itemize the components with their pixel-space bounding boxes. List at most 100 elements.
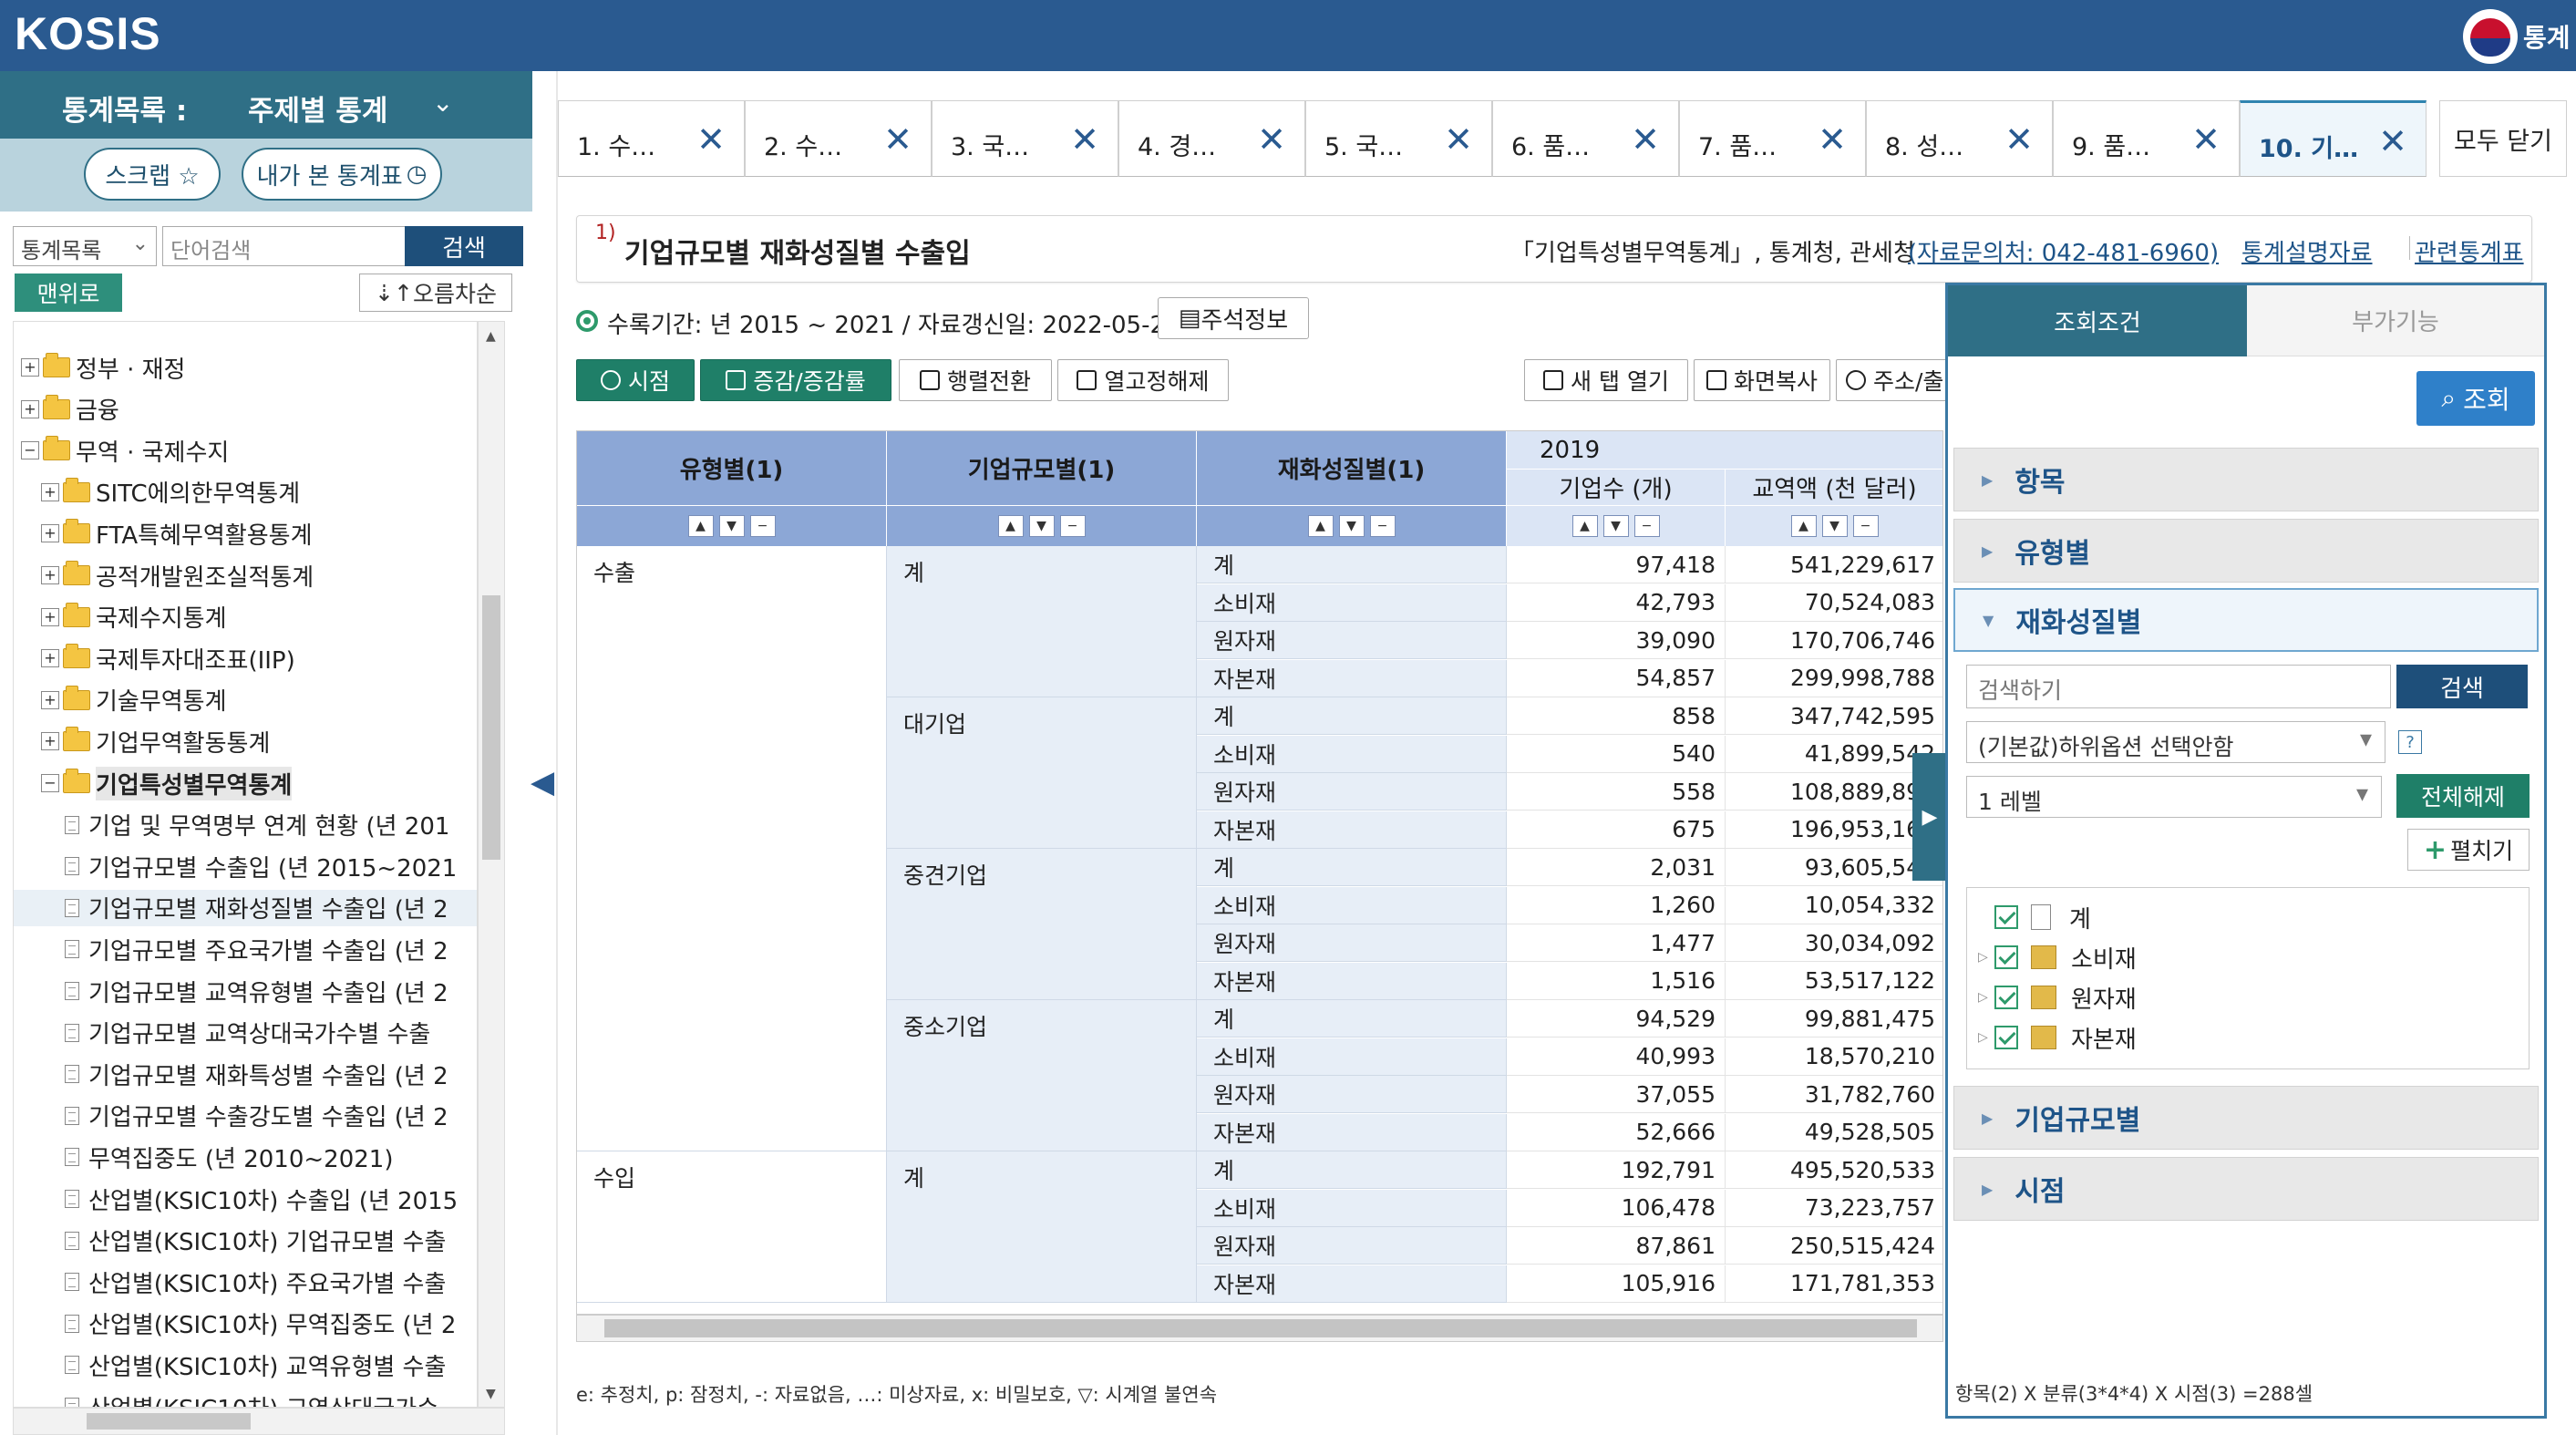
clear-all-button[interactable]: 전체해제 [2396, 774, 2530, 818]
close-icon[interactable]: ✕ [1818, 119, 1847, 160]
tree-item[interactable]: 기업규모별 재화성질별 수출입 (년 2 [14, 889, 477, 926]
sort-up-icon[interactable]: ▲ [687, 515, 714, 537]
header-type[interactable]: 유형별(1) [577, 431, 887, 506]
sort-down-icon[interactable]: ▼ [1602, 515, 1629, 537]
accordion-size[interactable]: ▶ 기업규모별 [1953, 1086, 2539, 1150]
tree-item[interactable]: 기업규모별 교역유형별 수출입 (년 2 [14, 973, 477, 1009]
sort-ascending-button[interactable]: ⇣↑ 오름차순 [359, 274, 512, 312]
kosis-logo[interactable]: KOSIS [15, 7, 161, 60]
tab-8[interactable]: 8. 성… ✕ [1866, 100, 2053, 177]
tree-item[interactable]: 무역집중도 (년 2010~2021) [14, 1139, 477, 1175]
unfreeze-columns-button[interactable]: 열고정해제 [1057, 359, 1229, 401]
close-icon[interactable]: ✕ [2004, 119, 2034, 160]
tab-7[interactable]: 7. 품… ✕ [1679, 100, 1866, 177]
checkbox-checked-icon[interactable] [1994, 905, 2018, 929]
close-icon[interactable]: ✕ [2191, 119, 2221, 160]
remove-column-icon[interactable]: − [1633, 515, 1660, 537]
search-scope-select[interactable]: 통계목록 ⌄ [13, 226, 157, 266]
close-icon[interactable]: ✕ [1631, 119, 1660, 160]
tree-item[interactable]: + 기술무역통계 [14, 682, 477, 718]
close-icon[interactable]: ✕ [2378, 121, 2407, 161]
chevron-down-icon[interactable]: ⌄ [432, 88, 453, 118]
tree-item[interactable]: 산업별(KSIC10차) 교역유형별 수출 [14, 1347, 477, 1383]
tab-10[interactable]: 10. 기… ✕ [2240, 100, 2427, 177]
remove-column-icon[interactable]: − [749, 515, 776, 537]
expand-icon[interactable]: + [41, 482, 59, 501]
accordion-time[interactable]: ▶ 시점 [1953, 1157, 2539, 1221]
data-table[interactable]: 유형별(1) 기업규모별(1) 재화성질별(1) 2019 기업수 (개) 교역액 (천 … [576, 430, 1943, 1315]
time-button[interactable]: 시점 [576, 359, 695, 401]
tree-item[interactable]: 기업규모별 수출강도별 수출입 (년 2 [14, 1098, 477, 1134]
contact-link[interactable]: (자료문의처: 042-481-6960) [1908, 234, 2219, 268]
level-select[interactable]: 1 레벨 ▾ [1966, 776, 2382, 818]
tree-item[interactable]: + 국제투자대조표(IIP) [14, 640, 477, 676]
tree-item[interactable]: 산업별(KSIC10차) 수출입 (년 2015 [14, 1181, 477, 1217]
tree-item[interactable]: + 금융 [14, 391, 477, 428]
stat-tree[interactable]: + 정부 · 재정 + 금융 − 무역 · 국제수지 + SITC에의한무역통계 + FTA특혜무… [13, 321, 478, 1408]
tree-item[interactable]: + 공적개발원조실적통계 [14, 557, 477, 594]
tree-item[interactable]: 기업규모별 재화특성별 수출입 (년 2 [14, 1056, 477, 1092]
change-rate-button[interactable]: 증감/증감률 [700, 359, 891, 401]
tree-item[interactable]: + FTA특혜무역활용통계 [14, 515, 477, 552]
query-button[interactable]: ⌕ 조회 [2416, 371, 2535, 426]
sort-up-icon[interactable]: ▲ [997, 515, 1024, 537]
expand-icon[interactable]: + [21, 399, 39, 418]
stat-list-header[interactable]: 통계목록 : 주제별 통계 ⌄ [0, 71, 532, 139]
check-item-capital[interactable]: ▷ 자본재 [1978, 1019, 2137, 1056]
collapse-icon[interactable]: − [41, 774, 59, 792]
tab-1[interactable]: 1. 수… ✕ [558, 100, 745, 177]
header-size[interactable]: 기업규모별(1) [887, 431, 1197, 506]
sort-down-icon[interactable]: ▼ [1028, 515, 1055, 537]
my-viewed-tables-button[interactable]: 내가 본 통계표 ◷ [242, 148, 442, 201]
stat-category-select[interactable]: 주제별 통계 [248, 88, 387, 129]
nature-search-button[interactable]: 검색 [2396, 665, 2528, 708]
sort-up-icon[interactable]: ▲ [1571, 515, 1598, 537]
sort-down-icon[interactable]: ▼ [718, 515, 745, 537]
tree-item[interactable]: 기업 및 무역명부 연계 현황 (년 201 [14, 807, 477, 843]
tree-item[interactable]: 산업별(KSIC10차) 주요국가별 수출 [14, 1264, 477, 1300]
expand-button[interactable]: + 펼치기 [2407, 829, 2530, 871]
table-horizontal-scrollbar[interactable] [576, 1315, 1943, 1342]
remove-column-icon[interactable]: − [1852, 515, 1879, 537]
tab-5[interactable]: 5. 국… ✕ [1305, 100, 1492, 177]
sort-up-icon[interactable]: ▲ [1790, 515, 1817, 537]
tab-query-conditions[interactable]: 조회조건 [1948, 285, 2247, 356]
header-nature[interactable]: 재화성질별(1) [1197, 431, 1507, 506]
accordion-type[interactable]: ▶ 유형별 [1953, 519, 2539, 583]
note-info-button[interactable]: ▤ 주석정보 [1158, 297, 1309, 339]
close-all-tabs-button[interactable]: 모두 닫기 [2439, 100, 2567, 177]
remove-column-icon[interactable]: − [1369, 515, 1396, 537]
expand-icon[interactable]: + [21, 358, 39, 377]
tab-6[interactable]: 6. 품… ✕ [1492, 100, 1679, 177]
go-top-button[interactable]: 맨위로 [15, 274, 122, 312]
stat-description-link[interactable]: 통계설명자료 [2241, 234, 2373, 268]
check-item-total[interactable]: 계 [1978, 899, 2091, 935]
checkbox-checked-icon[interactable] [1994, 986, 2018, 1009]
sort-down-icon[interactable]: ▼ [1338, 515, 1365, 537]
search-input[interactable]: 단어검색 [162, 226, 410, 266]
tree-vertical-scrollbar[interactable]: ▲ ▼ [478, 321, 505, 1408]
tree-item[interactable]: + 정부 · 재정 [14, 349, 477, 386]
close-icon[interactable]: ✕ [883, 119, 912, 160]
new-tab-button[interactable]: 새 탭 열기 [1524, 359, 1688, 401]
tree-item[interactable]: 기업규모별 주요국가별 수출입 (년 2 [14, 931, 477, 967]
tab-2[interactable]: 2. 수… ✕ [745, 100, 932, 177]
remove-column-icon[interactable]: − [1059, 515, 1086, 537]
tab-additional-functions[interactable]: 부가기능 [2247, 285, 2544, 356]
search-button[interactable]: 검색 [405, 226, 523, 266]
check-item-consumer[interactable]: ▷ 소비재 [1978, 939, 2137, 976]
tree-item[interactable]: + 국제수지통계 [14, 599, 477, 635]
sort-up-icon[interactable]: ▲ [1307, 515, 1334, 537]
tab-9[interactable]: 9. 품… ✕ [2053, 100, 2240, 177]
nature-search-input[interactable]: 검색하기 [1966, 665, 2391, 708]
expand-icon[interactable]: + [41, 607, 59, 626]
tab-4[interactable]: 4. 경… ✕ [1118, 100, 1305, 177]
pivot-button[interactable]: 행렬전환 [899, 359, 1052, 401]
tree-item[interactable]: + SITC에의한무역통계 [14, 474, 477, 511]
tree-item[interactable]: 기업규모별 교역상대국가수별 수출 [14, 1015, 477, 1051]
check-item-raw[interactable]: ▷ 원자재 [1978, 979, 2137, 1016]
close-icon[interactable]: ✕ [1257, 119, 1286, 160]
screen-copy-button[interactable]: 화면복사 [1694, 359, 1830, 401]
expand-icon[interactable]: + [41, 732, 59, 751]
tree-item[interactable]: 산업별(KSIC10차) 교역상대국가수 [14, 1389, 477, 1407]
